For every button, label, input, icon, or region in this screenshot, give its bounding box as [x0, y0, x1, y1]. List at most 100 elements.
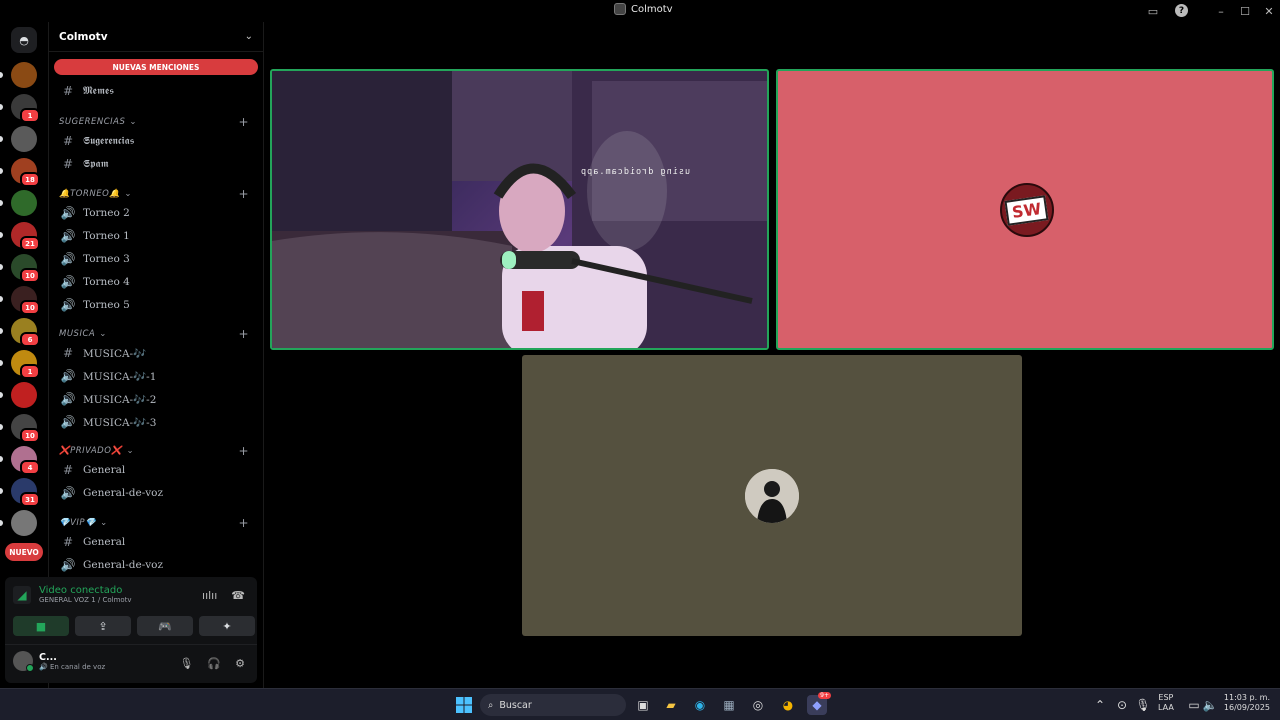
- text-channel[interactable]: # 𝕾𝖕𝖆𝖒: [59, 154, 255, 174]
- microphone-tray-icon[interactable]: 🎙: [1133, 695, 1153, 715]
- taskbar-search[interactable]: ⌕ Buscar: [480, 694, 626, 716]
- voice-channel[interactable]: 🔊 MUSICA-🎶-3: [59, 412, 255, 432]
- maximize-button[interactable]: ☐: [1237, 3, 1253, 19]
- mention-badge: 10: [20, 300, 40, 315]
- discord-home-icon[interactable]: ◓: [11, 27, 37, 53]
- unread-indicator: [0, 232, 3, 238]
- microphone-icon[interactable]: 🎙: [179, 657, 193, 670]
- server-icon-colmotv[interactable]: 1: [0, 94, 40, 123]
- text-channel[interactable]: # General: [59, 460, 255, 480]
- disconnect-icon[interactable]: ☎: [231, 589, 245, 602]
- windows-start-icon[interactable]: [454, 695, 474, 715]
- mention-badge: 10: [20, 428, 40, 443]
- server-icon-dark[interactable]: 10: [0, 286, 40, 315]
- title-bar: Colmotv ▭ ? – ☐ ✕: [0, 0, 1280, 22]
- store-icon[interactable]: ▦: [719, 695, 739, 715]
- user-area[interactable]: C... 🔊 En canal de voz: [13, 651, 106, 672]
- server-icon-grey[interactable]: 10: [0, 414, 40, 443]
- server-icon-tierra-dorada[interactable]: [0, 62, 37, 88]
- text-channel[interactable]: # General: [59, 532, 255, 552]
- video-tile-webcam[interactable]: using droidcam.app: [270, 69, 769, 350]
- server-header[interactable]: Colmotv ⌄: [49, 22, 263, 52]
- discord-taskbar-icon[interactable]: ◆ 9+: [807, 692, 831, 715]
- hash-icon: #: [62, 157, 74, 171]
- chevron-down-icon: ⌄: [129, 117, 137, 127]
- clock[interactable]: 11:03 p. m. 16/09/2025: [1222, 693, 1270, 713]
- unread-indicator: [0, 328, 3, 334]
- voice-channel[interactable]: 🔊 General-de-voz: [59, 555, 255, 575]
- new-mentions-button[interactable]: NUEVAS MENCIONES: [54, 59, 258, 75]
- language-indicator[interactable]: ESP LAA: [1158, 693, 1174, 713]
- text-channel[interactable]: # 𝕾𝖚𝖌𝖊𝖗𝖊𝖓𝖈𝖎𝖆𝖘: [59, 131, 255, 151]
- voice-channel[interactable]: 🔊 Torneo 4: [59, 272, 255, 292]
- text-channel[interactable]: # MUSICA-🎶: [59, 343, 255, 363]
- channel-category[interactable]: 💎VIP💎 ⌄ +: [59, 513, 255, 533]
- volume-icon[interactable]: 🔈: [1200, 695, 1220, 715]
- add-channel-icon[interactable]: +: [238, 187, 249, 201]
- activity-button[interactable]: 🎮: [137, 616, 193, 636]
- server-name: Colmotv: [59, 30, 108, 43]
- headphones-icon[interactable]: 🎧: [207, 657, 221, 670]
- signal-icon[interactable]: ◢: [13, 585, 31, 604]
- camera-button[interactable]: ■: [13, 616, 69, 636]
- channel-category[interactable]: ❌PRIVADO❌ ⌄ +: [59, 441, 255, 461]
- voice-location[interactable]: GENERAL VOZ 1 / Colmotv: [39, 596, 132, 604]
- add-channel-icon[interactable]: +: [238, 444, 249, 458]
- chrome-icon[interactable]: ◕: [778, 695, 798, 715]
- voice-channel[interactable]: 🔊 MUSICA-🎶-1: [59, 366, 255, 386]
- user-status: 🔊 En canal de voz: [39, 662, 106, 671]
- voice-channel[interactable]: 🔊 MUSICA-🎶-2: [59, 389, 255, 409]
- droidcam-watermark: using droidcam.app: [580, 167, 691, 177]
- channel-category[interactable]: 🔔TORNEO🔔 ⌄ +: [59, 184, 255, 204]
- add-channel-icon[interactable]: +: [238, 115, 249, 129]
- video-tile-user[interactable]: [522, 355, 1022, 636]
- server-icon-rainbow[interactable]: [0, 382, 37, 408]
- help-icon[interactable]: ?: [1175, 4, 1188, 17]
- server-icon-blue[interactable]: 31: [0, 478, 40, 507]
- tray-app-icon[interactable]: ⊙: [1112, 695, 1132, 715]
- server-icon-green[interactable]: [0, 190, 37, 216]
- avatar[interactable]: [13, 651, 34, 672]
- channel-category[interactable]: MUSICA ⌄ +: [59, 324, 255, 344]
- minimize-button[interactable]: –: [1213, 3, 1229, 19]
- server-icon-pink[interactable]: 4: [0, 446, 40, 475]
- file-explorer-icon[interactable]: ▰: [661, 695, 681, 715]
- gear-icon[interactable]: ⚙: [235, 657, 245, 670]
- unread-indicator: [0, 520, 3, 526]
- server-icon-gold-d[interactable]: 6: [0, 318, 40, 347]
- channel-category[interactable]: SUGERENCIAS ⌄ +: [59, 112, 255, 132]
- voice-channel[interactable]: 🔊 Torneo 1: [59, 226, 255, 246]
- noise-suppression-icon[interactable]: ıılıı: [202, 589, 217, 602]
- unread-indicator: [0, 456, 3, 462]
- task-view-icon[interactable]: ▣: [633, 695, 653, 715]
- soundboard-button[interactable]: ✦: [199, 616, 255, 636]
- server-icon-owl[interactable]: 21: [0, 222, 40, 251]
- chevron-down-icon: ⌄: [244, 31, 253, 42]
- sw-logo-avatar: SW: [1000, 183, 1054, 237]
- server-icon-landscape[interactable]: [0, 126, 37, 152]
- app-icon[interactable]: ◎: [748, 695, 768, 715]
- add-channel-icon[interactable]: +: [238, 327, 249, 341]
- chevron-up-icon[interactable]: ⌃: [1090, 695, 1110, 715]
- server-icon-plant[interactable]: 10: [0, 254, 40, 283]
- new-server-pill[interactable]: NUEVO: [5, 543, 43, 561]
- voice-channel[interactable]: 🔊 Torneo 3: [59, 249, 255, 269]
- inbox-icon[interactable]: ▭: [1145, 3, 1161, 19]
- server-icon-ip[interactable]: 1: [0, 350, 40, 379]
- hash-icon: #: [62, 346, 74, 360]
- video-tile-sw[interactable]: SW: [776, 69, 1274, 350]
- mention-badge: 10: [20, 268, 40, 283]
- server-icon-bw[interactable]: [0, 510, 37, 536]
- screen-share-button[interactable]: ⇪: [75, 616, 131, 636]
- close-button[interactable]: ✕: [1261, 3, 1277, 19]
- voice-channel[interactable]: 🔊 General-de-voz: [59, 483, 255, 503]
- unread-indicator: [0, 488, 3, 494]
- text-channel[interactable]: # 𝕸𝖊𝖒𝖊𝖘: [59, 81, 255, 101]
- voice-channel[interactable]: 🔊 Torneo 2: [59, 203, 255, 223]
- server-icon-carnival[interactable]: 18: [0, 158, 40, 187]
- mention-badge: 1: [20, 364, 40, 379]
- edge-icon[interactable]: ◉: [690, 695, 710, 715]
- voice-channel[interactable]: 🔊 Torneo 5: [59, 295, 255, 315]
- mention-badge: 31: [20, 492, 40, 507]
- add-channel-icon[interactable]: +: [238, 516, 249, 530]
